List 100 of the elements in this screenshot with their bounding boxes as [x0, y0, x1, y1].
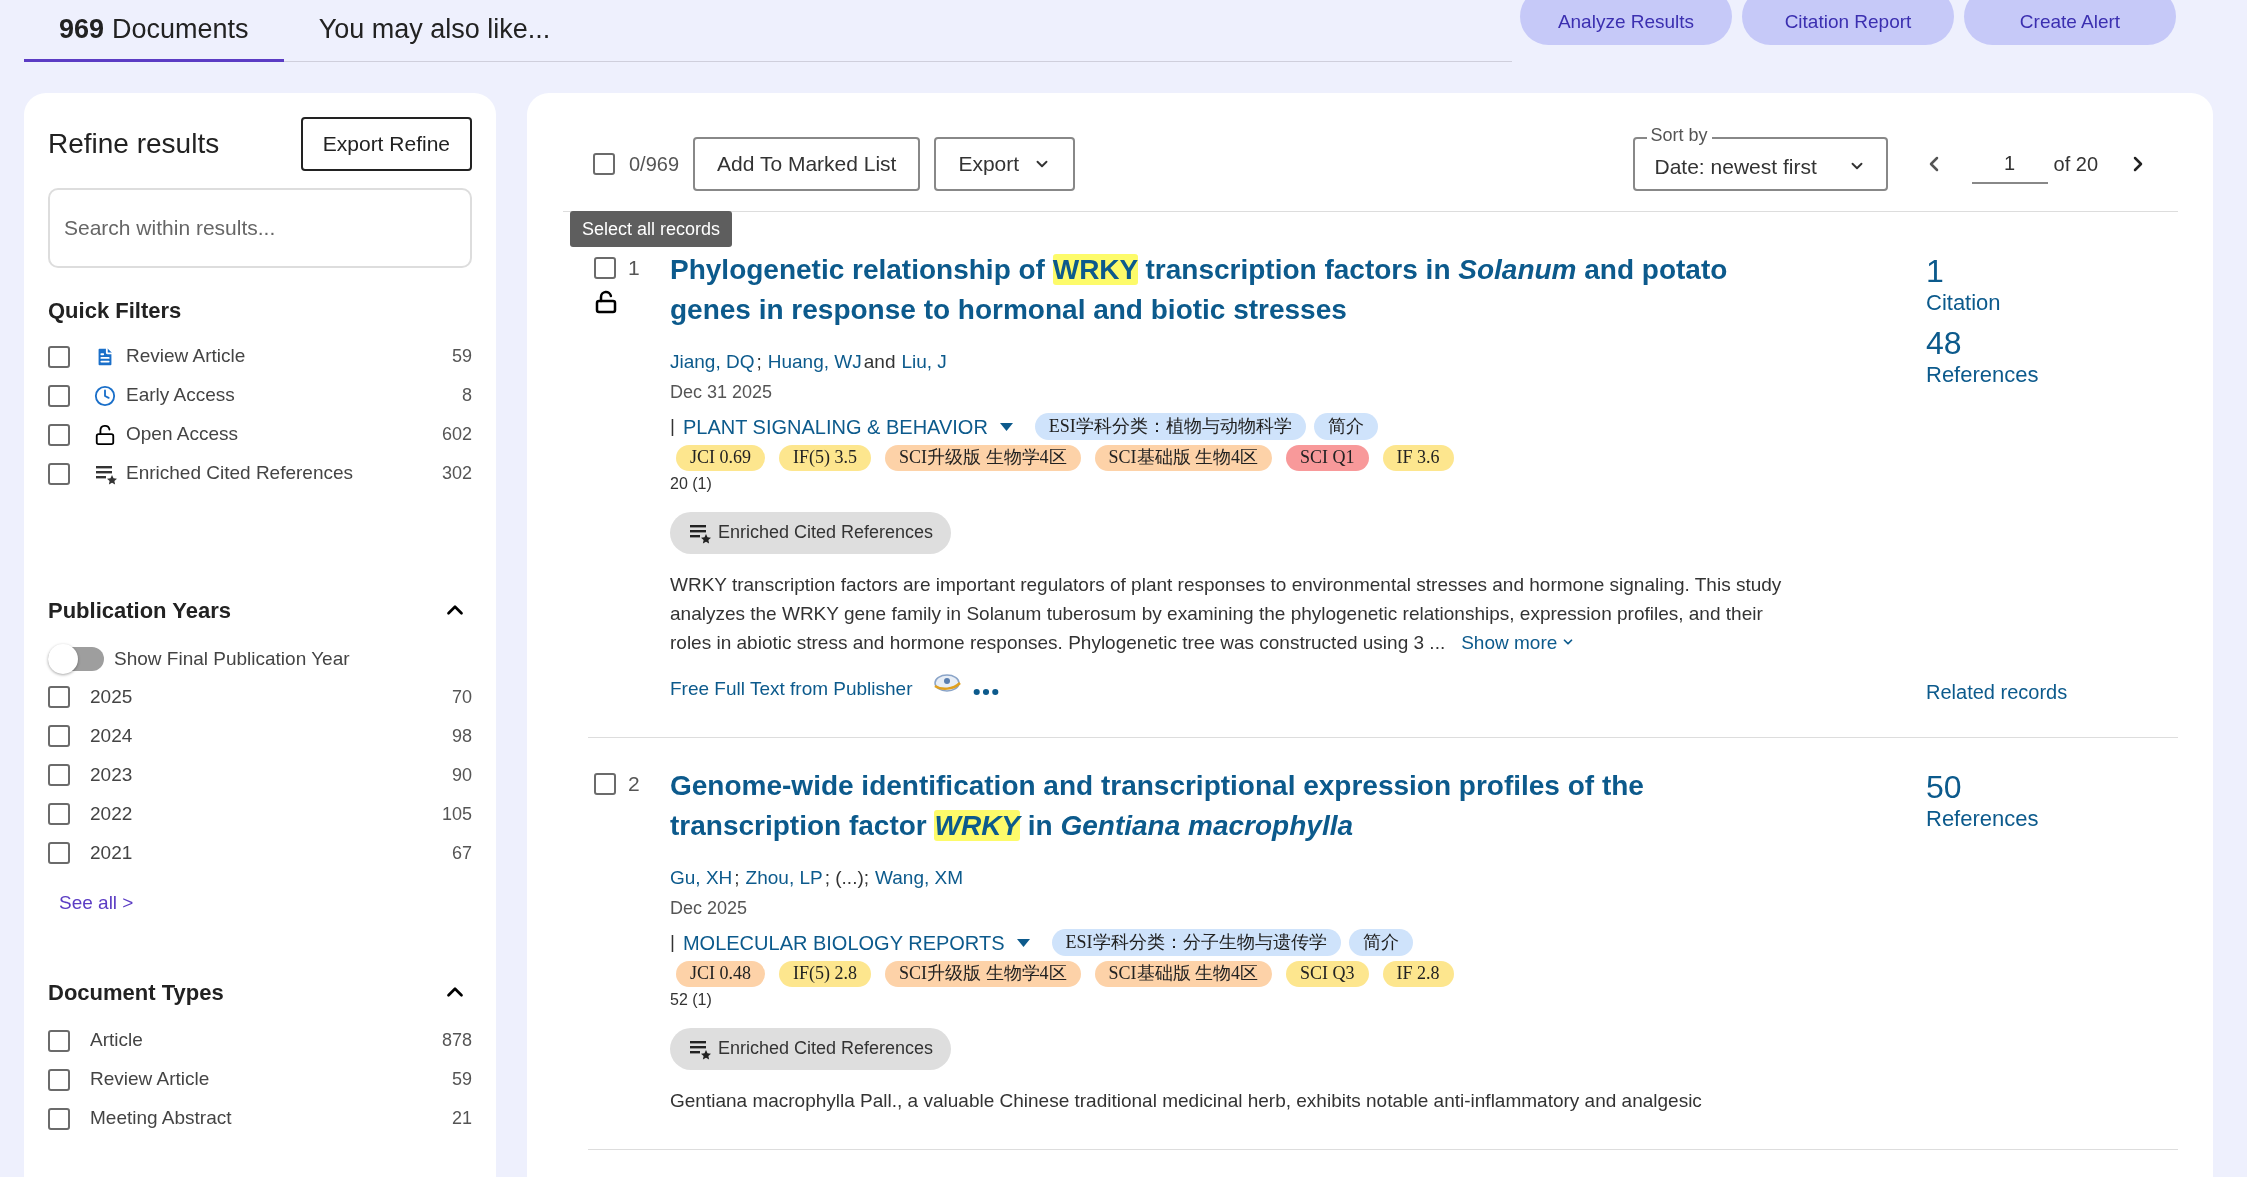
related-records-link[interactable]: Related records — [1926, 677, 2068, 707]
author-link[interactable]: Gu, XH — [670, 864, 733, 893]
filter-label: 2021 — [90, 840, 133, 865]
filter-count: 59 — [451, 345, 472, 368]
filter-label: 2022 — [90, 801, 133, 826]
selected-count: 0/969 — [629, 152, 680, 177]
metric-tag: IF 2.8 — [1382, 960, 1454, 987]
author-link[interactable]: Huang, WJ — [767, 348, 862, 377]
checkbox[interactable] — [48, 423, 70, 446]
filter-count: 878 — [441, 1029, 472, 1052]
metric-tag: SCI Q1 — [1286, 444, 1369, 471]
checkbox[interactable] — [48, 803, 70, 825]
metric-count[interactable]: 50 — [1926, 768, 2039, 806]
filter-label: 2024 — [90, 723, 133, 748]
checkbox[interactable] — [48, 842, 70, 864]
section-title: Quick Filters — [48, 297, 183, 325]
metric-label[interactable]: References — [1926, 362, 2068, 388]
checkbox[interactable] — [48, 764, 70, 786]
filter-count: 105 — [441, 802, 472, 826]
action-button[interactable]: Analyze Results — [1520, 0, 1732, 45]
sidebar-title: Refine results — [48, 127, 220, 161]
metric-count[interactable]: 48 — [1926, 324, 2068, 362]
author-link[interactable]: Liu, J — [901, 348, 947, 377]
category-tag: ESI学科分类：分子生物与遗传学 — [1051, 929, 1341, 956]
dropdown-caret-icon[interactable] — [1016, 938, 1030, 947]
section-title: Publication Years — [48, 596, 231, 625]
see-all-link[interactable]: See all > — [59, 888, 472, 917]
metric-tag: JCI 0.48 — [676, 960, 765, 987]
toggle-switch[interactable] — [48, 647, 104, 672]
category-tag: 简介 — [1348, 929, 1413, 956]
author-link[interactable]: Zhou, LP — [745, 864, 823, 893]
abstract-text: Gentiana macrophylla Pall., a valuable Chinese traditional medicinal herb, exhibits notable anti-inflammatory and analgesic — [670, 1088, 1703, 1113]
export-button[interactable]: Export — [934, 137, 1076, 191]
checkbox[interactable] — [48, 1068, 70, 1091]
metric-tag: SCI基础版 生物4区 — [1094, 960, 1273, 987]
metric-tag: SCI升级版 生物学4区 — [885, 960, 1081, 987]
filter-label: 2025 — [90, 684, 133, 709]
clock-icon — [94, 384, 116, 407]
filter-count: 302 — [441, 462, 472, 485]
metric-tag: IF 3.6 — [1382, 444, 1454, 471]
checkbox[interactable] — [48, 725, 70, 747]
checkbox[interactable] — [48, 384, 70, 407]
enriched-references-button[interactable]: Enriched Cited References — [670, 511, 952, 554]
author-separator: ; (...); — [824, 866, 870, 890]
publication-date: Dec 31 2025 — [670, 380, 774, 404]
filter-count: 8 — [462, 384, 472, 407]
action-button[interactable]: Citation Report — [1742, 0, 1954, 45]
enriched-references-button[interactable]: Enriched Cited References — [670, 1027, 952, 1070]
checkbox[interactable] — [594, 257, 616, 279]
filter-count: 70 — [451, 685, 472, 709]
author-link[interactable]: Jiang, DQ — [670, 348, 755, 377]
metric-label[interactable]: Citation — [1926, 290, 2068, 316]
filter-label: Enriched Cited References — [126, 461, 354, 486]
filter-count: 90 — [451, 763, 472, 787]
checkbox[interactable] — [48, 462, 70, 485]
category-tag: ESI学科分类：植物与动物科学 — [1034, 413, 1306, 440]
filter-label: Review Article — [126, 344, 246, 369]
tab[interactable]: 969 Documents — [24, 0, 284, 62]
lock-icon — [94, 423, 116, 446]
show-more-link[interactable]: Show more — [1461, 627, 1576, 657]
record-title[interactable]: Phylogenetic relationship of WRKY transcription factors in Solanum and potato genes in response to hormonal and biotic stresses — [670, 250, 1800, 330]
more-options-icon[interactable] — [972, 687, 999, 696]
filter-count: 602 — [441, 423, 472, 446]
export-refine-button[interactable]: Export Refine — [300, 117, 472, 171]
dropdown-caret-icon[interactable] — [999, 422, 1013, 431]
checkbox[interactable] — [48, 686, 70, 708]
record-number: 2 — [628, 771, 640, 798]
full-text-link[interactable]: Free Full Text from Publisher — [670, 674, 913, 703]
metric-tag: IF(5) 2.8 — [779, 960, 871, 987]
author-separator: and — [863, 350, 896, 374]
author-link[interactable]: Wang, XM — [875, 864, 964, 893]
page-number-field[interactable]: 1 — [1971, 144, 2048, 184]
journal-link[interactable]: PLANT SIGNALING & BEHAVIOR — [682, 411, 988, 442]
select-all-checkbox[interactable] — [593, 153, 615, 175]
page-total: of 20 — [2053, 152, 2098, 177]
filter-count: 59 — [451, 1068, 472, 1091]
citation-counts: 20 (1) — [670, 473, 713, 494]
author-separator: ; — [734, 866, 740, 890]
checkbox[interactable] — [594, 773, 616, 795]
add-to-marked-list-button[interactable]: Add To Marked List — [693, 137, 921, 191]
search-field[interactable]: Search within results... — [48, 188, 472, 268]
publication-date: Dec 2025 — [670, 896, 749, 920]
checkbox[interactable] — [48, 1029, 70, 1052]
checkbox[interactable] — [48, 345, 70, 368]
action-button[interactable]: Create Alert — [1964, 0, 2176, 45]
record-number: 1 — [628, 255, 640, 282]
filter-label: Meeting Abstract — [90, 1106, 232, 1131]
citation-counts: 52 (1) — [670, 989, 713, 1010]
metric-label[interactable]: References — [1926, 806, 2039, 832]
journal-link[interactable]: MOLECULAR BIOLOGY REPORTS — [682, 927, 1005, 958]
sort-value: Date: newest first — [1654, 154, 1817, 181]
abstract-text: WRKY transcription factors are important regulators of plant responses to environmental stresses and hormone signaling. This study analyzes the WRKY gene family in Solanum tuberosum by examining the phylogenetic relationships, expression profiles, and their roles in abiotic stress and hormone responses. Phylogenetic tree was constructed using 3 ... Show more — [670, 569, 1800, 657]
checkbox[interactable] — [48, 1107, 70, 1130]
filter-label: 2023 — [90, 762, 133, 787]
filter-label: Open Access — [126, 422, 238, 447]
metric-tag: IF(5) 3.5 — [779, 444, 871, 471]
category-tag: 简介 — [1313, 413, 1378, 440]
metric-count[interactable]: 1 — [1926, 252, 2068, 290]
author-separator: ; — [756, 350, 762, 374]
tab[interactable]: You may also like... — [283, 0, 586, 62]
